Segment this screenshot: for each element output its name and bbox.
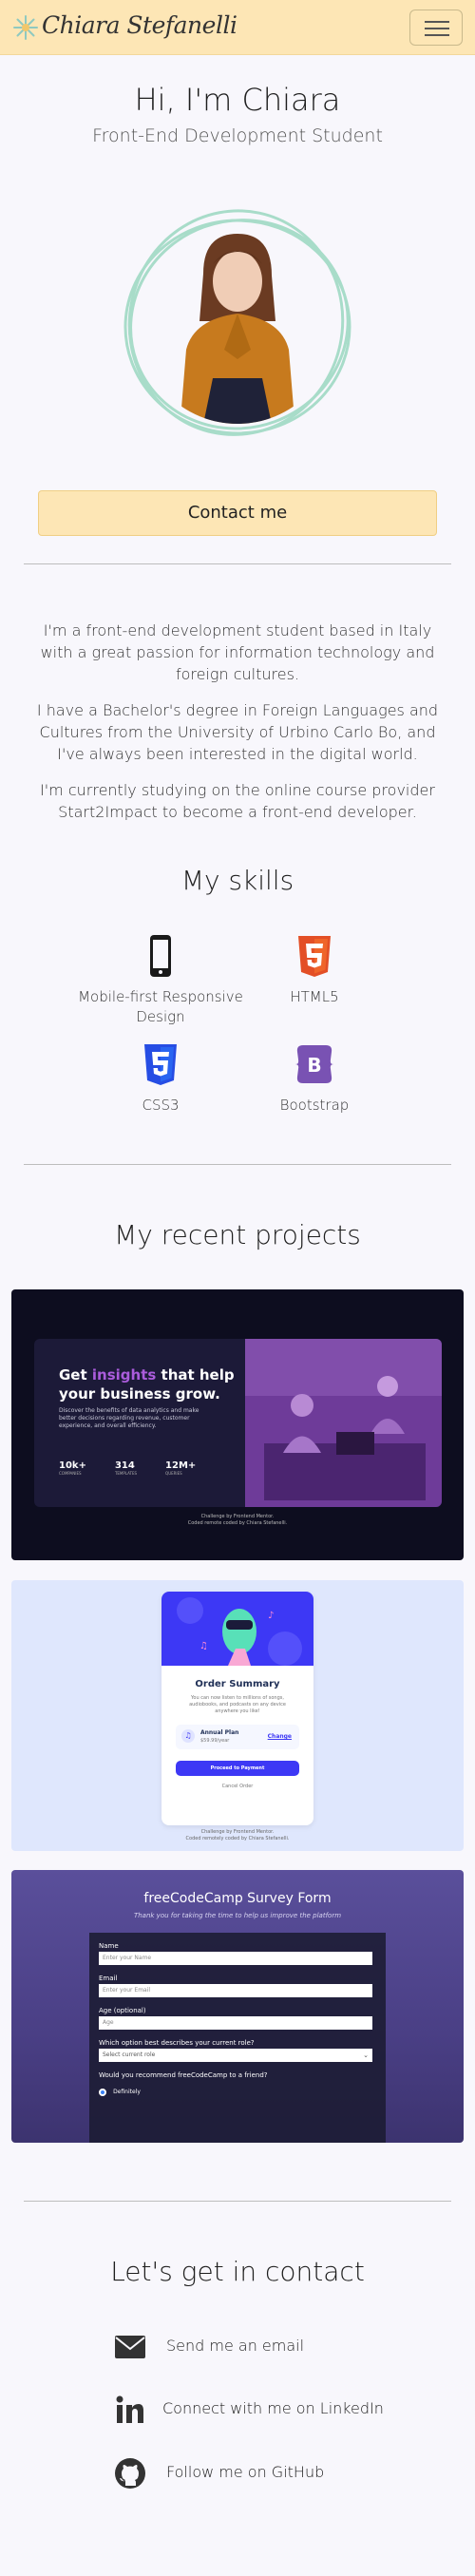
music-icon: ♫ — [181, 1729, 195, 1743]
project-card-survey-form[interactable]: freeCodeCamp Survey Form Thank you for t… — [11, 1870, 464, 2143]
office-photo — [245, 1339, 442, 1507]
field-label: Age (optional) — [99, 2007, 146, 2014]
skills-title: My skills — [180, 865, 294, 896]
heading-text: Get — [59, 1366, 92, 1383]
radio-label: Definitely — [113, 2089, 141, 2095]
field-label: Would you recommend freeCodeCamp to a fr… — [99, 2071, 268, 2079]
hero-title: Hi, I'm Chiara — [134, 82, 341, 118]
survey-form: Name Enter your Name Email Enter your Em… — [89, 1933, 386, 2143]
age-input[interactable]: Age — [99, 2016, 372, 2030]
envelope-icon — [115, 2336, 145, 2358]
email-contact-link[interactable]: Send me an email — [0, 2327, 475, 2365]
svg-text:B: B — [307, 1054, 321, 1077]
plan-price: $59.99/year — [200, 1738, 230, 1744]
email-input[interactable]: Enter your Email — [99, 1984, 372, 1997]
email-link-text[interactable]: Send me an email — [166, 2337, 304, 2355]
stat-number: 10k+ — [59, 1460, 86, 1471]
contact-me-button[interactable]: Contact me — [38, 490, 437, 536]
css3-icon — [144, 1044, 177, 1085]
profile-photo — [120, 207, 355, 443]
about-paragraph-1: I'm a front-end development student base… — [40, 621, 435, 683]
chevron-down-icon: ⌄ — [363, 2051, 369, 2059]
radio-definitely[interactable]: Definitely — [99, 2082, 141, 2096]
skill-label: Bootstrap — [279, 1097, 350, 1114]
project-credit: Coded remotely coded by Chiara Stefanell… — [185, 1836, 290, 1841]
proceed-payment-button[interactable]: Proceed to Payment — [176, 1761, 299, 1776]
skill-html5: HTML5 — [219, 934, 409, 1007]
stat-label: QUERIES — [165, 1471, 182, 1476]
github-icon — [115, 2458, 145, 2489]
brand-name[interactable]: Chiara Stefanelli — [42, 11, 238, 39]
github-contact-link[interactable]: Follow me on GitHub — [0, 2453, 475, 2491]
skill-bootstrap: B Bootstrap — [219, 1042, 409, 1116]
role-select[interactable]: Select current role ⌄ — [99, 2049, 372, 2062]
linkedin-contact-link[interactable]: Connect with me on LinkedIn — [0, 2390, 475, 2428]
radio-icon — [99, 2088, 106, 2096]
skill-label: HTML5 — [290, 988, 339, 1005]
navbar: Chiara Stefanelli — [0, 0, 475, 55]
menu-toggle-button[interactable] — [409, 10, 463, 46]
linkedin-icon — [116, 2395, 143, 2423]
projects-title: My recent projects — [114, 1219, 361, 1250]
field-label: Email — [99, 1975, 118, 1982]
bootstrap-icon: B — [295, 1045, 333, 1083]
project-credit: Challenge by Frontend Mentor. — [200, 1514, 275, 1519]
order-card: ♫ ♪ Order Summary You can now listen to … — [162, 1592, 314, 1825]
music-illustration: ♫ ♪ — [162, 1592, 314, 1666]
project-desc: Discover the benefits of data analytics … — [59, 1407, 200, 1429]
project-credit: Challenge by Frontend Mentor. — [200, 1829, 275, 1835]
html5-icon — [298, 936, 331, 977]
contact-title: Let's get in contact — [110, 2256, 365, 2287]
select-value: Select current role — [103, 2051, 156, 2058]
plan-name: Annual Plan — [200, 1729, 239, 1736]
field-label: Name — [99, 1942, 119, 1950]
plan-box: ♫ Annual Plan $59.99/year Change — [176, 1725, 299, 1749]
project-credit: Coded remote coded by Chiara Stefanelli. — [187, 1520, 288, 1526]
project-card-insights[interactable]: Get insights that help your business gro… — [11, 1289, 464, 1560]
stats-row: 10k+ COMPANIES 314 TEMPLATES 12M+ QUERIES — [59, 1460, 220, 1476]
project-card-order-summary[interactable]: ♫ ♪ Order Summary You can now listen to … — [11, 1580, 464, 1851]
github-link-text[interactable]: Follow me on GitHub — [166, 2463, 324, 2481]
field-label: Which option best describes your current… — [99, 2039, 255, 2047]
divider — [24, 2201, 451, 2202]
about-paragraph-2: I have a Bachelor's degree in Foreign La… — [36, 701, 439, 763]
heading-text: that help — [156, 1366, 235, 1383]
name-input[interactable]: Enter your Name — [99, 1952, 372, 1965]
linkedin-link-text[interactable]: Connect with me on LinkedIn — [162, 2399, 384, 2417]
hamburger-line — [425, 34, 449, 36]
svg-text:♪: ♪ — [268, 1611, 274, 1621]
heading-highlight: insights — [91, 1366, 157, 1383]
hamburger-icon — [425, 21, 449, 23]
order-desc: You can now listen to millions of songs,… — [189, 1695, 286, 1714]
hamburger-line — [425, 28, 449, 29]
stat-label: TEMPLATES — [114, 1471, 138, 1476]
stat-number: 12M+ — [165, 1460, 197, 1471]
stat-number: 314 — [114, 1460, 135, 1471]
svg-text:♫: ♫ — [200, 1641, 208, 1651]
stat-label: COMPANIES — [59, 1471, 82, 1476]
heading-text: your business grow. — [59, 1385, 220, 1402]
project-preview: Get insights that help your business gro… — [34, 1339, 442, 1507]
mobile-icon — [150, 935, 171, 977]
cancel-order-link[interactable]: Cancel Order — [162, 1784, 314, 1789]
order-title: Order Summary — [195, 1679, 280, 1689]
change-link[interactable]: Change — [268, 1733, 292, 1740]
about-paragraph-3: I'm currently studying on the online cou… — [40, 781, 435, 821]
survey-subtitle: Thank you for taking the time to help us… — [133, 1912, 342, 1919]
divider — [24, 1164, 451, 1165]
divider — [24, 563, 451, 564]
hero-subtitle: Front-End Development Student — [92, 125, 383, 146]
flower-logo-icon — [13, 15, 38, 40]
survey-title: freeCodeCamp Survey Form — [143, 1891, 332, 1906]
